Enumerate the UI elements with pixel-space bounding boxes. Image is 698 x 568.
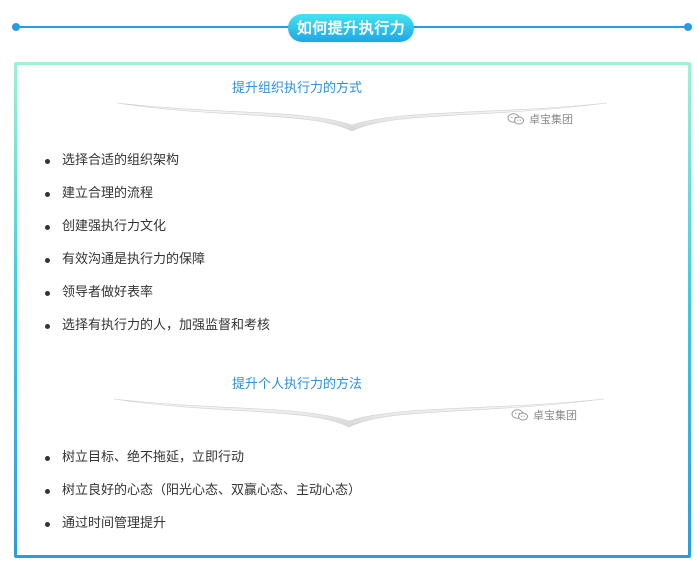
section-title: 提升个人执行力的方法 [231, 377, 362, 392]
list-item: 选择有执行力的人，加强监督和考核 [45, 317, 270, 350]
content-box: 提升组织执行力的方式 卓宝集团 选择合适的组织架构 建立合理的流程 创建强执行力… [14, 62, 691, 558]
list-item: 有效沟通是执行力的保障 [45, 251, 270, 284]
list-item: 创建强执行力文化 [45, 218, 270, 251]
header-dot-right [684, 23, 692, 31]
bullet-list: 选择合适的组织架构 建立合理的流程 创建强执行力文化 有效沟通是执行力的保障 领… [45, 152, 270, 350]
bullet-list: 树立目标、绝不拖延，立即行动 树立良好的心态（阳光心态、双赢心态、主动心态） 通… [45, 449, 361, 548]
watermark: 卓宝集团 [511, 407, 577, 423]
section-title: 提升组织执行力的方式 [231, 81, 362, 96]
page-title: 如何提升执行力 [288, 14, 414, 42]
list-item: 通过时间管理提升 [45, 515, 361, 548]
wechat-icon [507, 113, 524, 125]
watermark: 卓宝集团 [507, 111, 573, 127]
list-item: 选择合适的组织架构 [45, 152, 270, 185]
list-item: 树立良好的心态（阳光心态、双赢心态、主动心态） [45, 482, 361, 515]
watermark-label: 卓宝集团 [529, 113, 573, 126]
header-dot-left [12, 23, 20, 31]
list-item: 领导者做好表率 [45, 284, 270, 317]
watermark-label: 卓宝集团 [533, 409, 577, 422]
list-item: 建立合理的流程 [45, 185, 270, 218]
header-bar: 如何提升执行力 [0, 0, 698, 56]
wechat-icon [511, 409, 528, 421]
list-item: 树立目标、绝不拖延，立即行动 [45, 449, 361, 482]
